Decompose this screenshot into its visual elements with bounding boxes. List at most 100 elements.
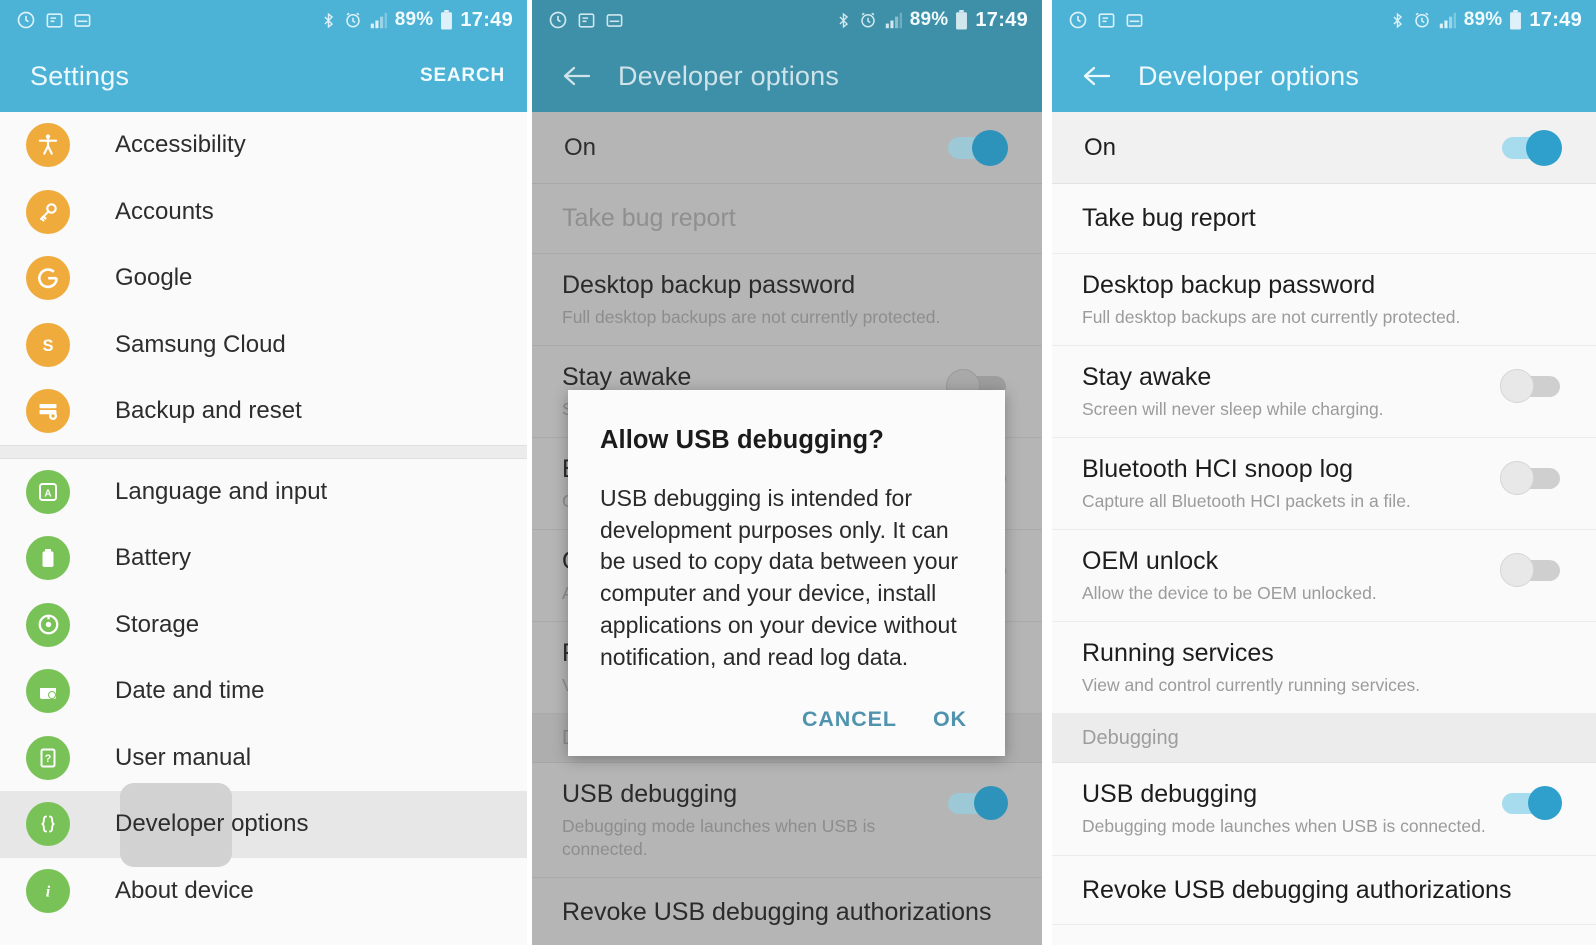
- master-switch-label: On: [1084, 133, 1117, 161]
- signal-icon: [884, 12, 903, 29]
- braces-icon: [26, 802, 70, 847]
- row-subtitle: View and control currently running servi…: [1082, 675, 1421, 696]
- ok-button[interactable]: OK: [933, 707, 973, 732]
- settings-list: Accessibility Accounts Google S Samsung …: [0, 112, 527, 945]
- status-indicators: 89% 17:49: [320, 9, 513, 32]
- bluetooth-icon: [320, 11, 337, 30]
- row-texts: Revoke USB debugging authorizations: [562, 898, 1008, 927]
- panel-gap: [1042, 0, 1052, 945]
- row-title: OEM unlock: [1082, 547, 1219, 576]
- row-take-bug-report[interactable]: Take bug report: [532, 184, 1042, 254]
- sidebar-item-label: Battery: [115, 544, 192, 572]
- sidebar-item-language-and-input[interactable]: A Language and input: [0, 459, 527, 526]
- battery-percent: 89%: [1463, 9, 1503, 30]
- sidebar-item-label: Google: [115, 264, 193, 292]
- battery-percent: 89%: [394, 9, 434, 30]
- toggle-knob: [1528, 786, 1562, 821]
- calendar-clock-icon: [26, 669, 70, 714]
- row-subtitle: Full desktop backups are not currently p…: [1082, 306, 1461, 327]
- row-texts: Desktop backup password Full desktop bac…: [1082, 271, 1562, 328]
- master-switch-row[interactable]: On: [532, 112, 1042, 184]
- row-title: Bluetooth HCI snoop log: [1082, 455, 1354, 484]
- svg-text:i: i: [46, 883, 51, 900]
- row-desktop-backup-password[interactable]: Desktop backup password Full desktop bac…: [1052, 254, 1596, 346]
- status-indicators: 89% 17:49: [1389, 9, 1582, 32]
- sidebar-item-samsung-cloud[interactable]: S Samsung Cloud: [0, 312, 527, 379]
- samsung-s-icon: S: [26, 322, 70, 367]
- storage-icon: [26, 602, 70, 647]
- sidebar-item-label: Accessibility: [115, 131, 246, 159]
- status-notifications: [1068, 10, 1144, 30]
- row-take-bug-report[interactable]: Take bug report: [1052, 184, 1596, 254]
- screenshot-icon: [73, 11, 92, 30]
- signal-icon: [1438, 12, 1457, 29]
- dialog-message: USB debugging is intended for developmen…: [600, 485, 959, 670]
- google-g-icon: [26, 256, 70, 301]
- row-oem-unlock[interactable]: OEM unlock Allow the device to be OEM un…: [1052, 530, 1596, 623]
- sidebar-item-developer-options[interactable]: Developer options: [0, 783, 527, 867]
- note-icon: [45, 11, 64, 30]
- row-texts: Take bug report: [1082, 204, 1562, 233]
- sidebar-item-battery[interactable]: Battery: [0, 525, 527, 592]
- row-bluetooth-hci-snoop-log[interactable]: Bluetooth HCI snoop log Capture all Blue…: [1052, 438, 1596, 531]
- page-title: Developer options: [1138, 60, 1360, 91]
- row-texts: Take bug report: [562, 204, 1008, 233]
- bluetooth-icon: [1389, 11, 1406, 30]
- row-running-services[interactable]: Running services View and control curren…: [1052, 622, 1596, 715]
- status-notifications: [548, 10, 624, 30]
- toggle-knob: [1500, 461, 1534, 496]
- language-icon: A: [26, 469, 70, 514]
- cancel-button[interactable]: CANCEL: [802, 707, 897, 732]
- row-texts: USB debugging Debugging mode launches wh…: [562, 780, 946, 860]
- alarm-icon: [859, 11, 877, 29]
- status-clock: 17:49: [460, 8, 513, 31]
- usb-debugging-toggle[interactable]: [1500, 786, 1562, 821]
- sidebar-item-label: Language and input: [115, 477, 328, 505]
- row-subtitle: Capture all Bluetooth HCI packets in a f…: [1082, 490, 1411, 511]
- master-switch-toggle[interactable]: [946, 129, 1008, 166]
- back-arrow-icon[interactable]: [1082, 64, 1112, 88]
- sidebar-item-user-manual[interactable]: ? User manual: [0, 725, 527, 792]
- back-arrow-icon[interactable]: [562, 64, 592, 88]
- key-icon: [26, 189, 70, 234]
- dialog-actions: CANCEL OK: [600, 707, 973, 738]
- bluetooth-hci-snoop-log-toggle[interactable]: [1500, 461, 1562, 496]
- sidebar-item-backup-and-reset[interactable]: Backup and reset: [0, 378, 527, 445]
- row-texts: Desktop backup password Full desktop bac…: [562, 271, 1008, 328]
- sidebar-item-about-device[interactable]: i About device: [0, 858, 527, 925]
- row-revoke-usb-debugging-authorizations[interactable]: Revoke USB debugging authorizations: [532, 878, 1042, 945]
- status-clock: 17:49: [1529, 8, 1582, 31]
- master-switch-toggle[interactable]: [1500, 129, 1562, 166]
- list-group-divider: [0, 444, 527, 459]
- row-stay-awake[interactable]: Stay awake Screen will never sleep while…: [1052, 346, 1596, 439]
- oem-unlock-toggle[interactable]: [1500, 553, 1562, 588]
- search-button[interactable]: SEARCH: [420, 65, 505, 87]
- row-texts: USB debugging Debugging mode launches wh…: [1082, 780, 1500, 837]
- developer-options-list: On Take bug report Desktop backup passwo…: [1052, 112, 1596, 945]
- row-revoke-usb-debugging-authorizations[interactable]: Revoke USB debugging authorizations: [1052, 856, 1596, 926]
- sidebar-item-accounts[interactable]: Accounts: [0, 179, 527, 246]
- sidebar-item-storage[interactable]: Storage: [0, 592, 527, 659]
- row-usb-debugging[interactable]: USB debugging Debugging mode launches wh…: [532, 763, 1042, 878]
- question-doc-icon: ?: [26, 735, 70, 780]
- sidebar-item-google[interactable]: Google: [0, 245, 527, 312]
- row-subtitle: Allow the device to be OEM unlocked.: [1082, 582, 1377, 603]
- row-desktop-backup-password[interactable]: Desktop backup password Full desktop bac…: [532, 254, 1042, 346]
- status-notifications: [16, 10, 92, 30]
- row-usb-debugging[interactable]: USB debugging Debugging mode launches wh…: [1052, 763, 1596, 856]
- row-texts: Running services View and control curren…: [1082, 639, 1562, 696]
- usb-debugging-toggle[interactable]: [946, 786, 1008, 821]
- sidebar-item-date-and-time[interactable]: Date and time: [0, 658, 527, 725]
- usb-debugging-dialog: Allow USB debugging? USB debugging is in…: [568, 390, 1005, 757]
- info-icon: i: [26, 868, 70, 913]
- battery-percent: 89%: [909, 9, 949, 30]
- developer-options-appbar: Developer options: [532, 40, 1042, 112]
- sidebar-item-accessibility[interactable]: Accessibility: [0, 112, 527, 179]
- master-switch-label: On: [564, 133, 597, 161]
- alarm-icon: [344, 11, 362, 29]
- row-title: Revoke USB debugging authorizations: [1082, 875, 1512, 904]
- panel-settings: 89% 17:49 Settings SEARCH Accessibility: [0, 0, 527, 945]
- stay-awake-toggle[interactable]: [1500, 368, 1562, 403]
- row-texts: Revoke USB debugging authorizations: [1082, 876, 1562, 905]
- master-switch-row[interactable]: On: [1052, 112, 1596, 184]
